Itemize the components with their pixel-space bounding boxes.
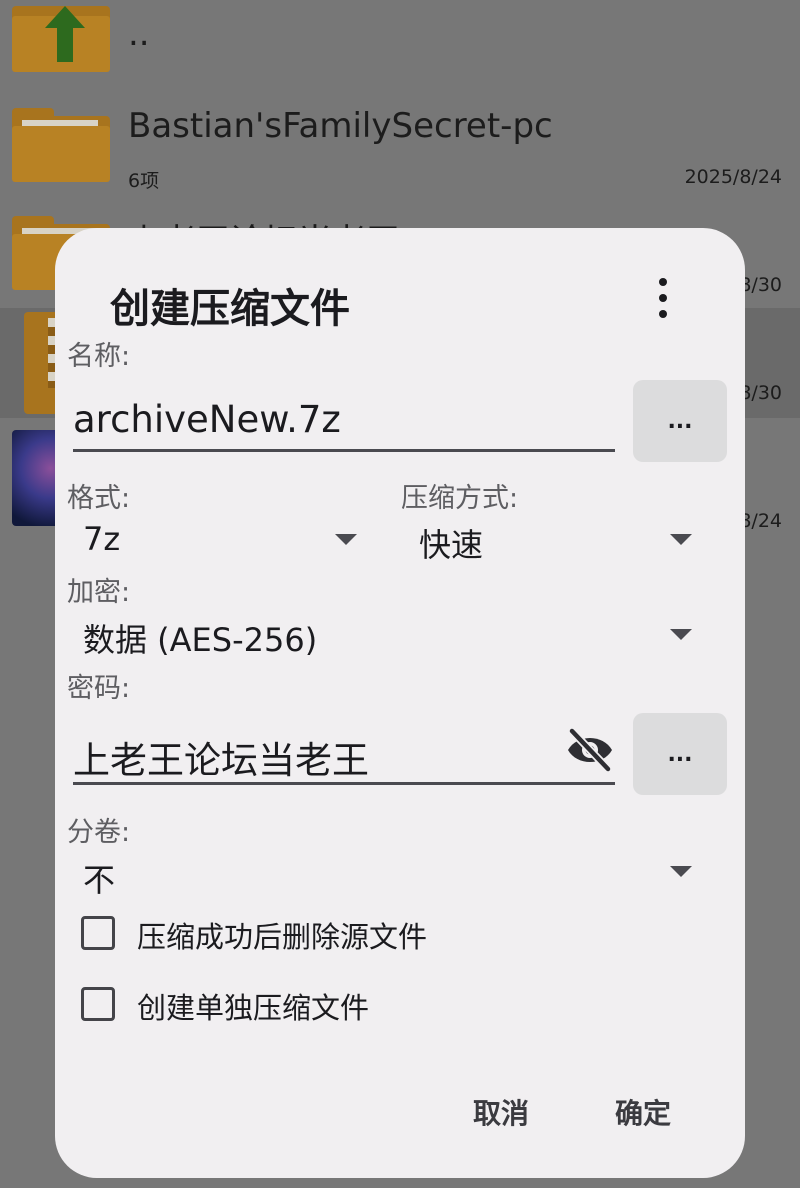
file-meta: 6项: [128, 170, 160, 192]
password-underline: [73, 782, 615, 785]
list-item[interactable]: ..: [0, 0, 800, 100]
split-select[interactable]: 不: [83, 855, 115, 901]
password-input[interactable]: 上老王论坛当老王: [73, 730, 369, 784]
folder-icon: [12, 108, 110, 182]
encryption-label: 加密:: [67, 577, 131, 608]
file-date: 8/30: [739, 382, 782, 404]
browse-button[interactable]: ...: [633, 380, 727, 462]
cancel-button[interactable]: 取消: [473, 1092, 529, 1132]
chevron-down-icon[interactable]: [670, 629, 692, 640]
parent-folder-icon: [12, 0, 110, 72]
separate-archive-label: 创建单独压缩文件: [137, 991, 370, 1025]
method-label: 压缩方式:: [401, 483, 519, 514]
chevron-down-icon[interactable]: [670, 866, 692, 877]
file-date: 8/30: [739, 274, 782, 296]
format-label: 格式:: [67, 483, 131, 514]
separate-archive-checkbox[interactable]: [81, 987, 115, 1021]
name-label: 名称:: [67, 341, 131, 372]
chevron-down-icon[interactable]: [335, 534, 357, 545]
list-item[interactable]: Bastian'sFamilySecret-pc 6项 2025/8/24: [0, 100, 800, 208]
file-name: Bastian'sFamilySecret-pc: [128, 106, 553, 146]
chevron-down-icon[interactable]: [670, 534, 692, 545]
method-select[interactable]: 快速: [419, 520, 483, 566]
delete-source-checkbox[interactable]: [81, 916, 115, 950]
file-date: 2025/8/24: [684, 166, 782, 188]
encryption-select[interactable]: 数据 (AES-256): [83, 615, 317, 661]
archive-name-input[interactable]: archiveNew.7z: [73, 398, 341, 441]
eye-off-icon[interactable]: [565, 728, 615, 772]
file-date: 8/24: [739, 510, 782, 532]
file-name: ..: [128, 14, 150, 54]
create-archive-dialog: 创建压缩文件 名称: archiveNew.7z ... 格式: 7z 压缩方式…: [55, 228, 745, 1178]
split-label: 分卷:: [67, 817, 131, 848]
delete-source-label: 压缩成功后删除源文件: [137, 920, 428, 954]
password-label: 密码:: [67, 673, 131, 704]
name-underline: [73, 449, 615, 452]
dialog-title: 创建压缩文件: [110, 286, 350, 332]
ok-button[interactable]: 确定: [615, 1092, 671, 1132]
format-select[interactable]: 7z: [83, 520, 120, 558]
more-vert-icon[interactable]: [655, 278, 671, 318]
password-more-button[interactable]: ...: [633, 713, 727, 795]
